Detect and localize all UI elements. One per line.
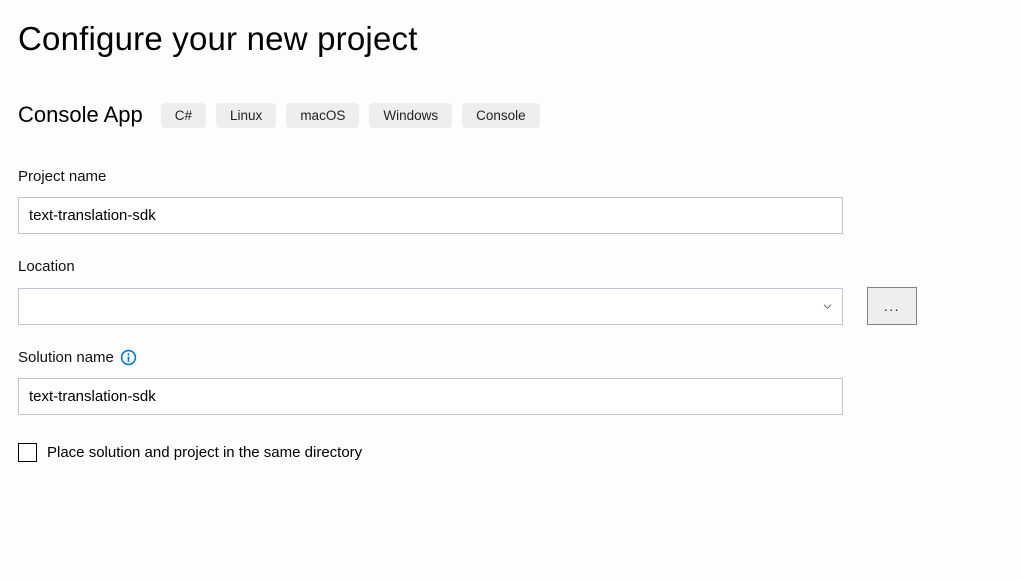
template-tag: macOS: [286, 103, 359, 128]
project-name-label: Project name: [18, 168, 1003, 185]
template-tag: Linux: [216, 103, 276, 128]
solution-name-input[interactable]: [18, 378, 843, 415]
solution-name-group: Solution name: [18, 349, 1003, 415]
project-name-input[interactable]: [18, 197, 843, 234]
solution-name-label: Solution name: [18, 349, 114, 366]
template-name: Console App: [18, 102, 143, 128]
template-tags: C# Linux macOS Windows Console: [161, 103, 540, 128]
same-directory-row: Place solution and project in the same d…: [18, 443, 1003, 462]
template-tag: C#: [161, 103, 206, 128]
location-label: Location: [18, 258, 1003, 275]
info-icon[interactable]: [120, 349, 137, 366]
project-name-group: Project name: [18, 168, 1003, 234]
location-group: Location ...: [18, 258, 1003, 325]
same-directory-label[interactable]: Place solution and project in the same d…: [47, 444, 362, 461]
browse-button[interactable]: ...: [867, 287, 917, 325]
template-row: Console App C# Linux macOS Windows Conso…: [18, 102, 1003, 128]
location-dropdown[interactable]: [18, 288, 843, 325]
template-tag: Windows: [369, 103, 452, 128]
same-directory-checkbox[interactable]: [18, 443, 37, 462]
template-tag: Console: [462, 103, 540, 128]
page-title: Configure your new project: [18, 20, 1003, 58]
chevron-down-icon: [823, 302, 832, 311]
